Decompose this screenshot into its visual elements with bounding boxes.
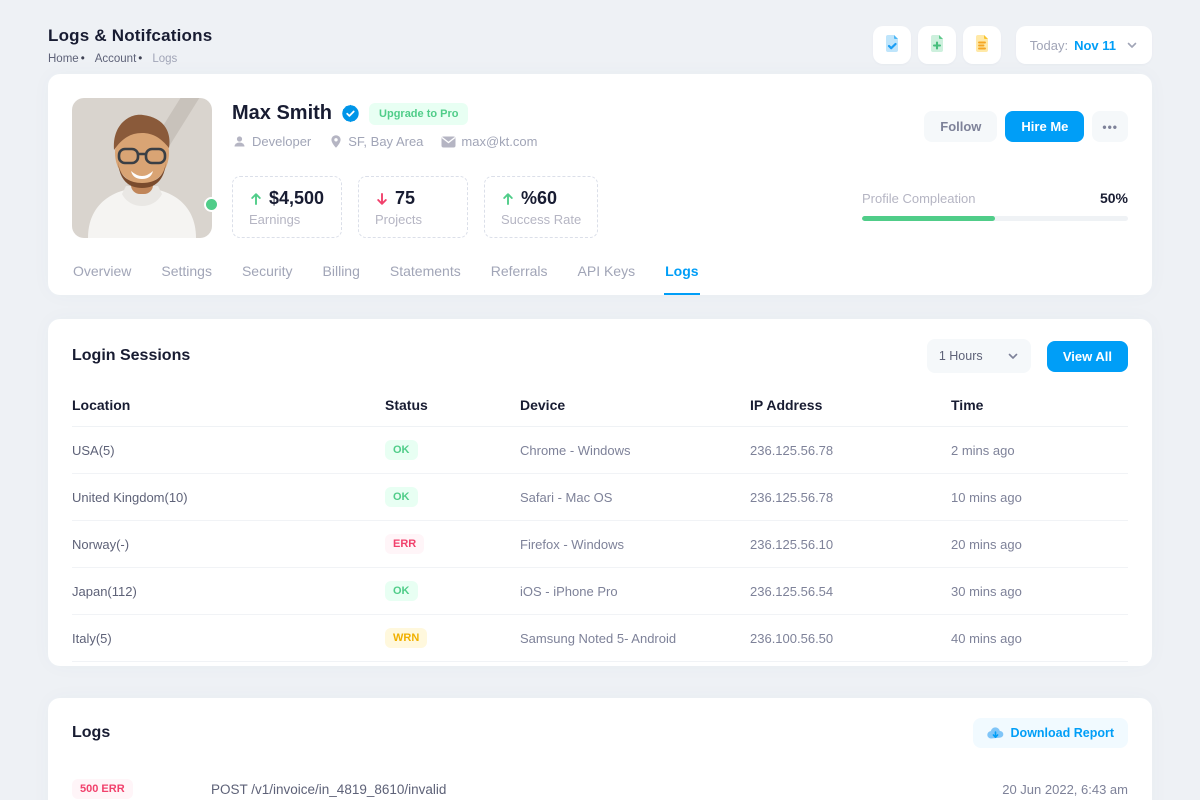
file-lines-button[interactable] [963, 26, 1001, 64]
avatar-image [72, 98, 212, 238]
stat-success-rate: %60 Success Rate [484, 176, 598, 238]
follow-button[interactable]: Follow [924, 111, 997, 142]
profile-name: Max Smith [232, 102, 332, 125]
upgrade-to-pro-button[interactable]: Upgrade to Pro [369, 103, 468, 125]
date-picker[interactable]: Today: Nov 11 [1016, 26, 1152, 64]
online-status-dot [204, 197, 219, 212]
table-row[interactable]: Italy(5) WRN Samsung Noted 5- Android 23… [72, 615, 1128, 662]
stat-value: 75 [395, 188, 415, 209]
profile-header: Max Smith Upgrade to Pro Developer [72, 98, 1128, 238]
topbar-left: Logs & Notifcations Home Account Logs [48, 26, 212, 65]
sessions-table: Location Status Device IP Address Time U… [72, 385, 1128, 662]
status-badge: ERR [385, 534, 424, 554]
completion-label: Profile Compleation [862, 191, 975, 206]
chevron-down-icon [1126, 39, 1138, 51]
tabs: Overview Settings Security Billing Statement… [72, 255, 1128, 295]
column-header-time: Time [951, 385, 1128, 426]
file-check-icon [881, 33, 903, 58]
table-row[interactable]: United Kingdom(10) OK Safari - Mac OS 23… [72, 474, 1128, 521]
profile-completion: Profile Compleation 50% [862, 190, 1128, 221]
stat-label: Earnings [249, 212, 325, 227]
profile-email[interactable]: max@kt.com [441, 134, 537, 149]
login-sessions-card: Login Sessions 1 Hours View All Location… [48, 319, 1152, 666]
profile-meta: Developer SF, Bay Area max@kt.com [232, 134, 842, 149]
location-icon [329, 134, 343, 149]
table-row[interactable]: Norway(-) ERR Firefox - Windows 236.125.… [72, 521, 1128, 568]
breadcrumb-item-account[interactable]: Account [95, 53, 143, 65]
column-header-ip: IP Address [750, 385, 951, 426]
file-lines-icon [971, 33, 993, 58]
stat-label: Success Rate [501, 212, 581, 227]
profile-location[interactable]: SF, Bay Area [329, 134, 423, 149]
view-all-button[interactable]: View All [1047, 341, 1128, 372]
sessions-title: Login Sessions [72, 347, 190, 365]
column-header-status: Status [385, 385, 520, 426]
tab-settings[interactable]: Settings [160, 255, 213, 295]
page: Logs & Notifcations HomeAccountLogs Toda [0, 0, 1200, 800]
verified-badge-icon [341, 104, 360, 123]
mail-icon [441, 136, 456, 148]
profile-right: Follow Hire Me ••• Profile Compleation 5… [862, 98, 1128, 238]
sessions-table-header: Location Status Device IP Address Time [72, 385, 1128, 427]
logs-card: Logs Download Report 500 ERR POST /v1/in… [48, 698, 1152, 800]
logs-title: Logs [72, 724, 110, 742]
profile-stats: $4,500 Earnings 75 Projects [232, 176, 842, 238]
column-header-device: Device [520, 385, 750, 426]
user-icon [232, 134, 247, 149]
status-badge: OK [385, 440, 418, 460]
breadcrumb-item-logs[interactable]: Logs [152, 53, 177, 65]
table-row[interactable]: USA(5) OK Chrome - Windows 236.125.56.78… [72, 427, 1128, 474]
column-header-location: Location [72, 385, 385, 426]
file-plus-icon [926, 33, 948, 58]
cloud-download-icon [987, 726, 1004, 740]
profile-card: Max Smith Upgrade to Pro Developer [48, 74, 1152, 295]
arrow-down-icon [375, 192, 389, 206]
logs-list: 500 ERR POST /v1/invoice/in_4819_8610/in… [72, 779, 1128, 799]
file-check-button[interactable] [873, 26, 911, 64]
more-options-button[interactable]: ••• [1092, 111, 1128, 142]
completion-percent: 50% [1100, 190, 1128, 206]
stat-value: %60 [521, 188, 557, 209]
chevron-down-icon [1007, 350, 1019, 362]
tab-billing[interactable]: Billing [322, 255, 361, 295]
date-value: Nov 11 [1074, 38, 1116, 53]
topbar: Logs & Notifcations HomeAccountLogs Toda [48, 0, 1152, 74]
date-label: Today: [1030, 38, 1068, 53]
tab-overview[interactable]: Overview [72, 255, 132, 295]
table-row[interactable]: Japan(112) OK iOS - iPhone Pro 236.125.5… [72, 568, 1128, 615]
avatar [72, 98, 212, 238]
breadcrumb-item-home[interactable]: Home [48, 53, 85, 65]
arrow-up-icon [249, 192, 263, 206]
status-badge: OK [385, 581, 418, 601]
log-entry[interactable]: 500 ERR POST /v1/invoice/in_4819_8610/in… [72, 779, 1128, 799]
hire-me-button[interactable]: Hire Me [1005, 111, 1084, 142]
download-report-button[interactable]: Download Report [973, 718, 1128, 748]
tab-statements[interactable]: Statements [389, 255, 462, 295]
tab-referrals[interactable]: Referrals [490, 255, 549, 295]
progress-bar-fill [862, 216, 995, 221]
stat-earnings: $4,500 Earnings [232, 176, 342, 238]
log-status-badge: 500 ERR [72, 779, 133, 799]
topbar-actions: Today: Nov 11 [873, 26, 1152, 64]
arrow-up-icon [501, 192, 515, 206]
stat-label: Projects [375, 212, 451, 227]
profile-role[interactable]: Developer [232, 134, 311, 149]
page-title: Logs & Notifcations [48, 26, 212, 46]
sessions-table-body: USA(5) OK Chrome - Windows 236.125.56.78… [72, 427, 1128, 662]
stat-projects: 75 Projects [358, 176, 468, 238]
status-badge: OK [385, 487, 418, 507]
hours-filter-select[interactable]: 1 Hours [927, 339, 1031, 373]
file-plus-button[interactable] [918, 26, 956, 64]
tab-api-keys[interactable]: API Keys [577, 255, 637, 295]
tab-security[interactable]: Security [241, 255, 294, 295]
progress-bar [862, 216, 1128, 221]
breadcrumb: Home Account Logs [48, 53, 212, 65]
tab-logs[interactable]: Logs [664, 255, 699, 295]
profile-main: Max Smith Upgrade to Pro Developer [232, 98, 842, 238]
status-badge: WRN [385, 628, 427, 648]
stat-value: $4,500 [269, 188, 324, 209]
